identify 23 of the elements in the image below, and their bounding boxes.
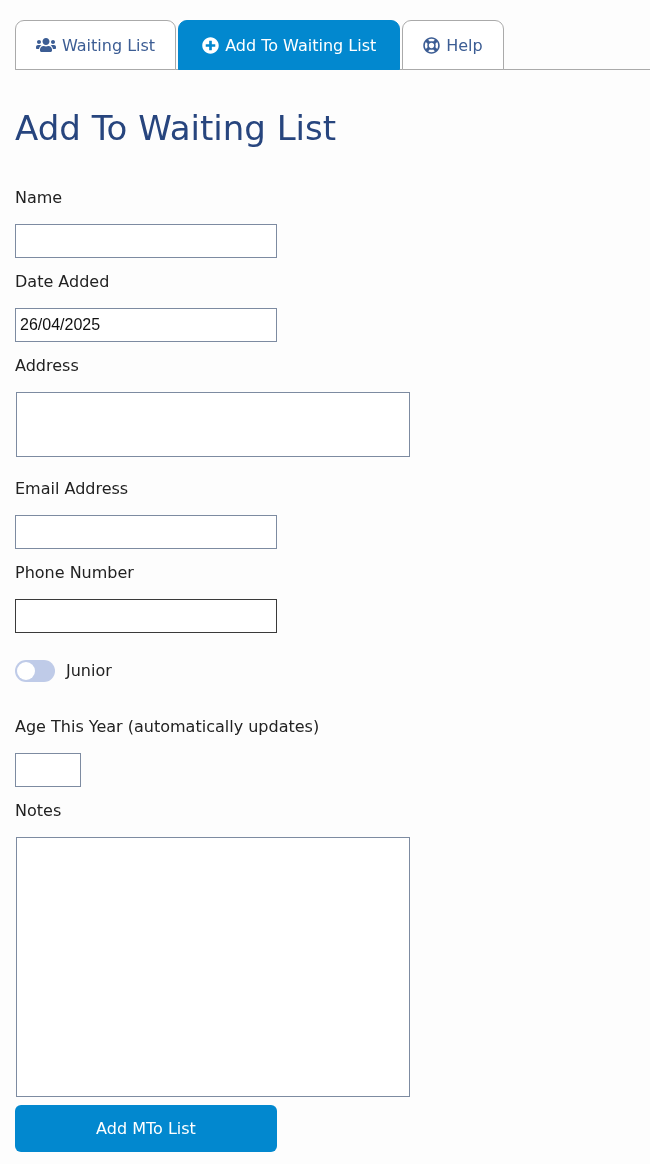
field-label: Name bbox=[15, 187, 63, 209]
field-label: Notes bbox=[15, 800, 62, 822]
field-label: Date Added bbox=[15, 271, 110, 293]
tab[interactable]: Add To Waiting List bbox=[178, 20, 401, 70]
page-heading: Add To Waiting List bbox=[15, 108, 337, 148]
field-label: Phone Number bbox=[15, 562, 134, 584]
toggle-label: Junior bbox=[66, 660, 112, 682]
input-field[interactable]: 26/04/2025 bbox=[15, 308, 277, 342]
number-field[interactable] bbox=[15, 753, 81, 787]
textarea-field[interactable] bbox=[16, 392, 410, 457]
users-icon bbox=[36, 37, 56, 53]
tab[interactable]: Help bbox=[402, 20, 504, 70]
submit-button[interactable]: Add MTo List bbox=[15, 1105, 277, 1152]
input-field[interactable] bbox=[15, 599, 277, 633]
toggle-switch[interactable] bbox=[15, 660, 55, 682]
tab[interactable]: Waiting List bbox=[15, 20, 177, 70]
field-label: Age This Year (automatically updates) bbox=[15, 716, 320, 738]
field-label: Email Address bbox=[15, 478, 129, 500]
textarea-field[interactable] bbox=[16, 837, 410, 1097]
input-field[interactable] bbox=[15, 224, 277, 258]
life-ring-icon bbox=[423, 36, 441, 54]
input-field[interactable] bbox=[15, 515, 277, 549]
field-label: Address bbox=[15, 355, 79, 377]
